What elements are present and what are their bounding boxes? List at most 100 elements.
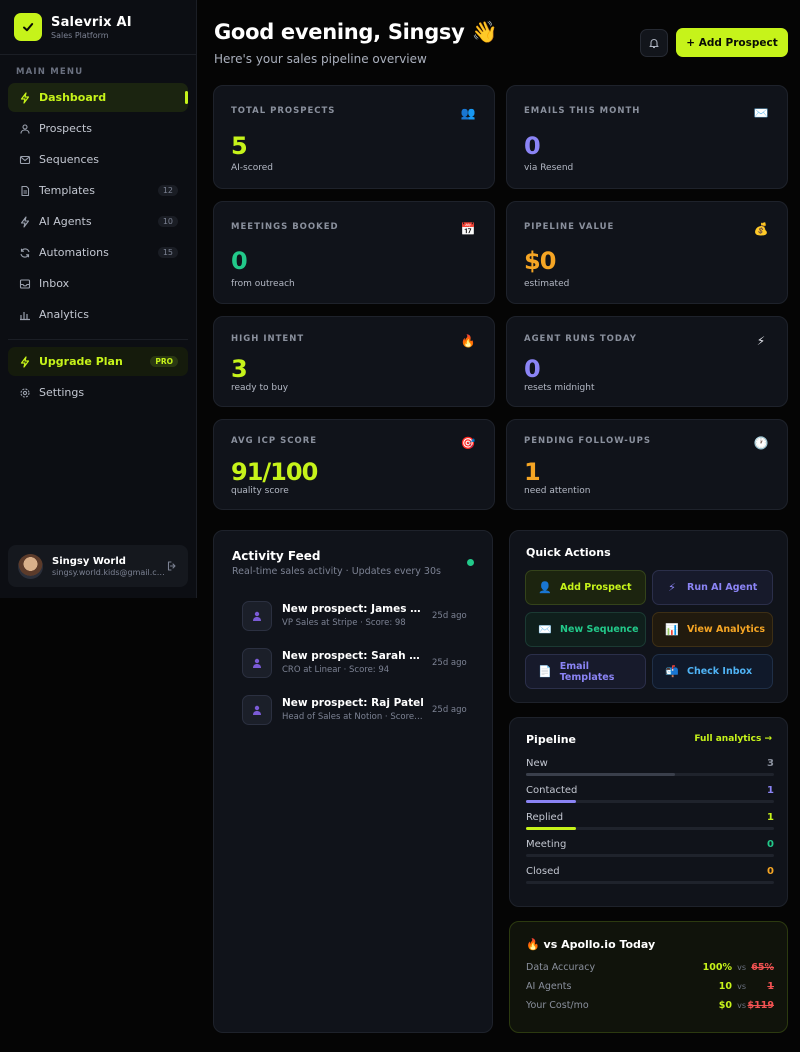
pipeline-panel: Pipeline Full analytics → New 3 Contacte… bbox=[509, 717, 788, 907]
stat-value: 5 bbox=[231, 132, 248, 160]
stat-label: AVG ICP SCORE bbox=[231, 436, 318, 446]
activity-title: New prospect: Sarah Chen bbox=[282, 650, 424, 662]
avatar bbox=[18, 553, 43, 579]
fire-icon: 🔥 bbox=[460, 334, 476, 348]
sidebar-item-inbox[interactable]: Inbox bbox=[8, 269, 188, 298]
quick-action-email-templates[interactable]: 📄 Email Templates bbox=[525, 654, 646, 689]
activity-title: New prospect: Raj Patel bbox=[282, 697, 424, 709]
stat-card-agent-runs-today[interactable]: AGENT RUNS TODAY ⚡ 0 resets midnight bbox=[506, 316, 788, 407]
stat-value: 91/100 bbox=[231, 458, 318, 486]
our-value: 100% bbox=[702, 962, 732, 973]
quick-action-run-ai-agent[interactable]: ⚡ Run AI Agent bbox=[652, 570, 773, 605]
live-indicator bbox=[467, 559, 474, 566]
quick-actions-title: Quick Actions bbox=[526, 546, 611, 559]
user-icon: 👤 bbox=[538, 581, 552, 594]
stat-card-pipeline-value[interactable]: PIPELINE VALUE 💰 $0 estimated bbox=[506, 201, 788, 304]
stage-count: 1 bbox=[767, 812, 774, 823]
list-item[interactable]: New prospect: Sarah Chen CRO at Linear ·… bbox=[242, 648, 482, 680]
document-icon: 📄 bbox=[538, 665, 552, 678]
stat-card-pending-follow-ups[interactable]: PENDING FOLLOW-UPS 🕐 1 need attention bbox=[506, 419, 788, 510]
our-value: 10 bbox=[718, 981, 732, 992]
sidebar-item-prospects[interactable]: Prospects bbox=[8, 114, 188, 143]
stat-sub: from outreach bbox=[231, 279, 295, 289]
user-name: Singsy World bbox=[52, 555, 126, 567]
list-item[interactable]: New prospect: James Morrison VP Sales at… bbox=[242, 601, 482, 633]
lightning-icon: ⚡ bbox=[668, 581, 676, 594]
stage-name: Meeting bbox=[526, 839, 567, 850]
stage-name: Replied bbox=[526, 812, 564, 823]
logout-icon[interactable] bbox=[166, 557, 178, 576]
brand-subtitle: Sales Platform bbox=[51, 30, 109, 40]
stat-card-emails-this-month[interactable]: EMAILS THIS MONTH ✉️ 0 via Resend bbox=[506, 85, 788, 189]
stage-track bbox=[526, 854, 774, 857]
quick-action-add-prospect[interactable]: 👤 Add Prospect bbox=[525, 570, 646, 605]
comparison-title: 🔥 vs Apollo.io Today bbox=[526, 938, 656, 951]
sidebar-item-label: Analytics bbox=[39, 308, 89, 321]
brand[interactable]: Salevrix AI Sales Platform bbox=[0, 0, 196, 55]
sidebar-item-label: Sequences bbox=[39, 153, 99, 166]
stat-value: 1 bbox=[524, 458, 541, 486]
envelope-icon: ✉️ bbox=[753, 106, 769, 120]
comparison-label: AI Agents bbox=[526, 981, 572, 992]
list-item[interactable]: New prospect: Raj Patel Head of Sales at… bbox=[242, 695, 482, 727]
stat-sub: need attention bbox=[524, 486, 591, 496]
envelope-icon: ✉️ bbox=[538, 623, 552, 636]
quick-action-view-analytics[interactable]: 📊 View Analytics bbox=[652, 612, 773, 647]
stat-label: HIGH INTENT bbox=[231, 334, 305, 344]
quick-action-label: Add Prospect bbox=[560, 582, 632, 593]
full-analytics-link[interactable]: Full analytics → bbox=[694, 734, 772, 744]
activity-time: 25d ago bbox=[432, 658, 467, 668]
activity-meta: Head of Sales at Notion · Score: 91 bbox=[282, 712, 424, 722]
sidebar-item-analytics[interactable]: Analytics bbox=[8, 300, 188, 329]
user-card[interactable]: Singsy World singsy.world.kids@gmail.com bbox=[8, 545, 188, 587]
nav-divider bbox=[8, 339, 188, 340]
sidebar-item-settings[interactable]: Settings bbox=[8, 378, 188, 407]
pipeline-stage-new: New 3 bbox=[526, 758, 774, 778]
quick-action-label: Run AI Agent bbox=[687, 582, 758, 593]
sidebar-item-sequences[interactable]: Sequences bbox=[8, 145, 188, 174]
stage-name: Closed bbox=[526, 866, 560, 877]
activity-title: New prospect: James Morrison bbox=[282, 603, 424, 615]
comparison-row: AI Agents 10 vs 1 bbox=[526, 981, 774, 995]
stage-count: 0 bbox=[767, 839, 774, 850]
add-prospect-button[interactable]: + Add Prospect bbox=[676, 28, 788, 57]
stage-track bbox=[526, 773, 774, 776]
stat-value: 0 bbox=[231, 247, 248, 275]
pipeline-stage-replied: Replied 1 bbox=[526, 812, 774, 832]
brand-name: Salevrix AI bbox=[51, 14, 132, 30]
quick-action-label: View Analytics bbox=[687, 624, 766, 635]
stage-track bbox=[526, 827, 774, 830]
stage-count: 0 bbox=[767, 866, 774, 877]
clock-icon: 🕐 bbox=[753, 436, 769, 450]
app: Salevrix AI Sales Platform MAIN MENU Das… bbox=[0, 0, 800, 1052]
check-logo-icon bbox=[14, 13, 42, 41]
stage-name: New bbox=[526, 758, 548, 769]
quick-action-new-sequence[interactable]: ✉️ New Sequence bbox=[525, 612, 646, 647]
activity-subtitle: Real-time sales activity · Updates every… bbox=[232, 566, 441, 577]
sidebar-item-templates[interactable]: Templates 12 bbox=[8, 176, 188, 205]
chart-icon: 📊 bbox=[665, 623, 679, 636]
notifications-button[interactable] bbox=[640, 29, 668, 57]
pipeline-title: Pipeline bbox=[526, 733, 576, 746]
stat-card-avg-icp-score[interactable]: AVG ICP SCORE 🎯 91/100 quality score bbox=[213, 419, 495, 510]
stat-sub: via Resend bbox=[524, 163, 574, 173]
sidebar-item-automations[interactable]: Automations 15 bbox=[8, 238, 188, 267]
activity-feed: Activity Feed Real-time sales activity ·… bbox=[213, 530, 493, 1033]
quick-action-check-inbox[interactable]: 📬 Check Inbox bbox=[652, 654, 773, 689]
stat-card-total-prospects[interactable]: TOTAL PROSPECTS 👥 5 AI-scored bbox=[213, 85, 495, 189]
pipeline-stage-meeting: Meeting 0 bbox=[526, 839, 774, 859]
stat-sub: estimated bbox=[524, 279, 570, 289]
vs-label: vs bbox=[737, 963, 746, 972]
mailbox-icon: 📬 bbox=[665, 665, 679, 678]
activity-time: 25d ago bbox=[432, 611, 467, 621]
lightning-icon bbox=[18, 355, 31, 368]
stat-value: 3 bbox=[231, 355, 248, 383]
stat-card-high-intent[interactable]: HIGH INTENT 🔥 3 ready to buy bbox=[213, 316, 495, 407]
count-badge: 12 bbox=[157, 185, 178, 196]
sidebar-item-label: Settings bbox=[39, 386, 85, 399]
upgrade-plan-button[interactable]: Upgrade Plan PRO bbox=[8, 347, 188, 376]
stat-card-meetings-booked[interactable]: MEETINGS BOOKED 📅 0 from outreach bbox=[213, 201, 495, 304]
comparison-row: Your Cost/mo $0 vs $119 bbox=[526, 1000, 774, 1014]
sidebar-item-dashboard[interactable]: Dashboard bbox=[8, 83, 188, 112]
sidebar-item-ai-agents[interactable]: AI Agents 10 bbox=[8, 207, 188, 236]
